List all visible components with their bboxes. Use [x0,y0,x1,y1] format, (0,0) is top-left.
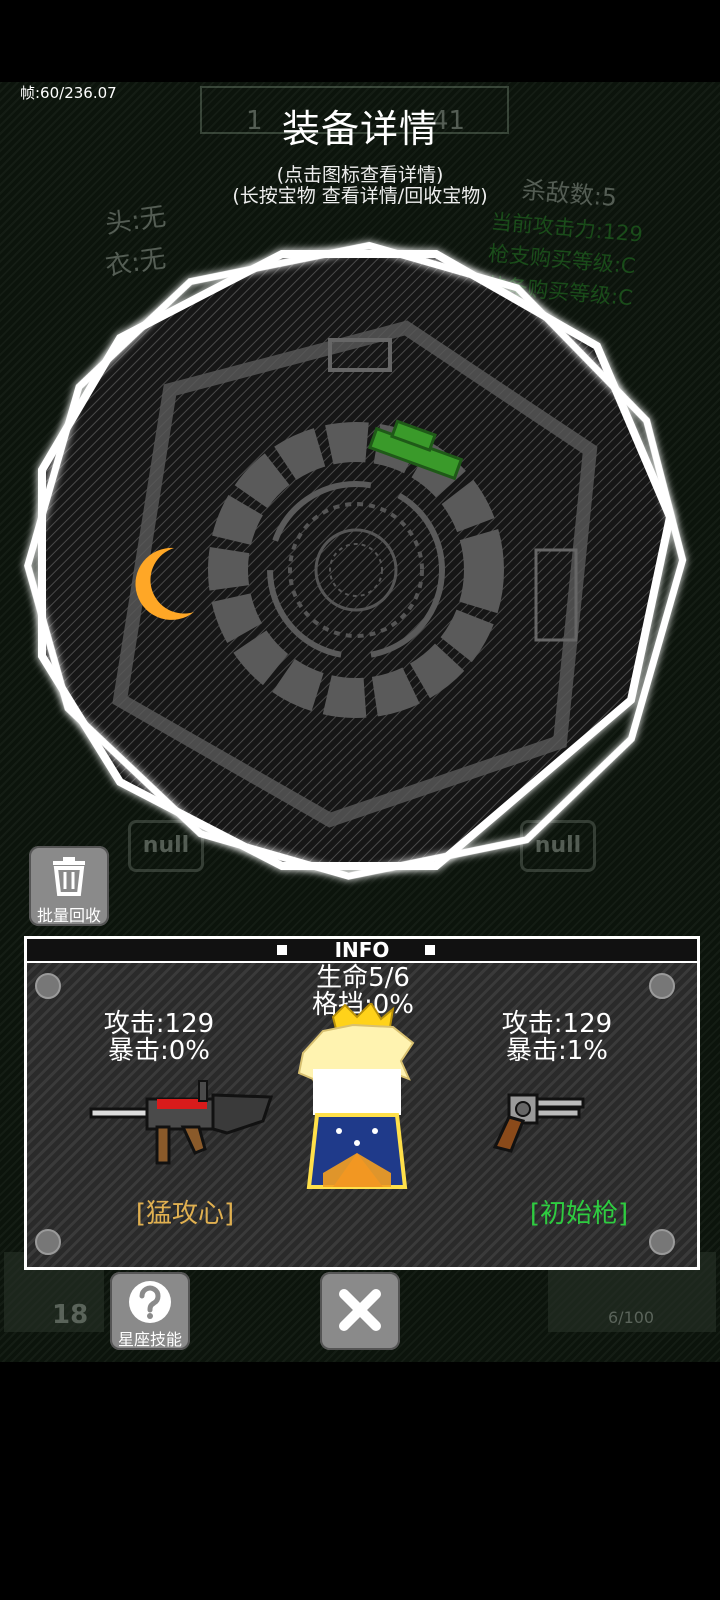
right-weapon-attack: 攻击:129 [501,1009,613,1039]
constellation-skill-label: 星座技能 [117,1330,182,1349]
constellation-skill-button[interactable]: 星座技能 [110,1272,190,1350]
constellation-frame [24,241,687,880]
left-weapon-stats: 攻击:129 暴击:0% [59,1011,259,1065]
hp-text: 生命5/6 [316,963,410,993]
batch-recycle-button[interactable]: 批量回收 [29,846,109,926]
right-weapon-icon[interactable] [489,1087,589,1157]
right-weapon-stats: 攻击:129 暴击:1% [457,1011,657,1065]
rivet-bottom-right [649,1229,675,1255]
hint-long-press: (长按宝物 查看详情/回收宝物) [232,185,488,207]
close-button[interactable] [320,1272,400,1350]
close-x-icon [339,1289,381,1331]
info-title: INFO [334,938,390,962]
info-panel: INFO 生命5/6 格挡:0% 攻击:129 暴击:0% 攻击:129 暴击:… [24,936,700,1270]
left-weapon-crit: 暴击:0% [107,1036,210,1066]
batch-recycle-label: 批量回收 [36,906,101,925]
rivet-top-right [649,973,675,999]
right-weapon-crit: 暴击:1% [505,1036,608,1066]
rivet-bottom-left [35,1229,61,1255]
rivet-top-left [35,973,61,999]
info-header: INFO [27,938,697,963]
question-icon [129,1281,171,1323]
left-weapon-icon[interactable] [87,1073,277,1173]
page-title: 装备详情 [281,107,438,151]
ammo-count: 18 [52,1300,89,1330]
left-weapon-attack: 攻击:129 [103,1009,215,1039]
header-marker-right [425,945,435,955]
left-weapon-name[interactable]: [猛攻心] [85,1193,285,1230]
progress-text: 6/100 [608,1308,655,1327]
right-weapon-name[interactable]: [初始枪] [479,1193,679,1230]
character-avatar [297,1003,415,1189]
trash-icon [53,857,85,896]
